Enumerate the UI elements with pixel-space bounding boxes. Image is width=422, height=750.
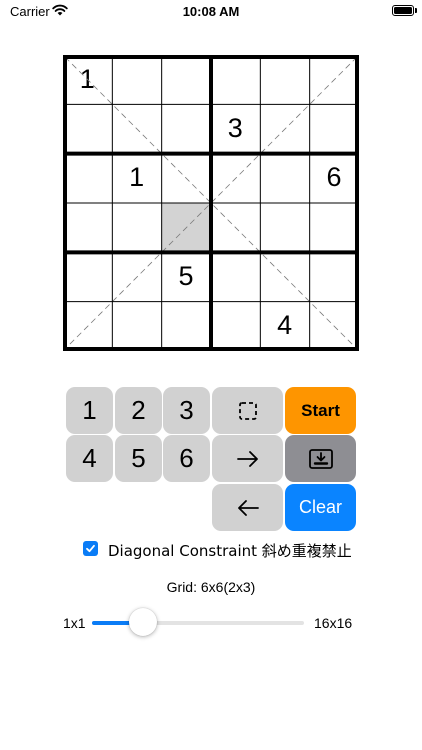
grid-cell-r1-c5[interactable] xyxy=(260,55,309,104)
save-button[interactable] xyxy=(285,435,356,482)
grid-cell-r4-c6[interactable] xyxy=(310,203,359,252)
tray-download-icon xyxy=(308,448,333,469)
grid-cell-r3-c3[interactable] xyxy=(162,154,211,203)
grid-cell-r4-c1[interactable] xyxy=(63,203,112,252)
grid-cell-r2-c6[interactable] xyxy=(310,104,359,153)
slider-max-label: 16x16 xyxy=(314,615,353,631)
grid-cell-r5-c5[interactable] xyxy=(260,252,309,301)
grid-cell-r6-c1[interactable] xyxy=(63,302,112,351)
grid-cell-r5-c3[interactable]: 5 xyxy=(162,252,211,301)
grid-cell-r4-c2[interactable] xyxy=(112,203,161,252)
grid-cell-r2-c2[interactable] xyxy=(112,104,161,153)
grid-cell-r3-c2[interactable]: 1 xyxy=(112,154,161,203)
grid-cell-r5-c6[interactable] xyxy=(310,252,359,301)
status-bar: Carrier 10:08 AM xyxy=(0,0,422,24)
grid-cell-r3-c4[interactable] xyxy=(211,154,260,203)
diagonal-checkbox[interactable] xyxy=(83,541,98,556)
battery-icon xyxy=(392,5,414,16)
grid-cell-r3-c5[interactable] xyxy=(260,154,309,203)
move-left-button[interactable] xyxy=(212,484,283,531)
grid-cell-r2-c5[interactable] xyxy=(260,104,309,153)
digit-3-button[interactable]: 3 xyxy=(163,387,210,434)
checkmark-icon xyxy=(86,544,95,553)
grid-cell-r2-c1[interactable] xyxy=(63,104,112,153)
select-mode-button[interactable] xyxy=(212,387,283,434)
arrow-right-icon xyxy=(236,450,258,467)
grid-cell-r4-c4[interactable] xyxy=(211,203,260,252)
grid-cell-r5-c4[interactable] xyxy=(211,252,260,301)
grid-cell-r5-c2[interactable] xyxy=(112,252,161,301)
grid-size-label: Grid: 6x6(2x3) xyxy=(166,579,256,595)
digit-6-button[interactable]: 6 xyxy=(163,435,210,482)
grid-cell-r6-c5[interactable]: 4 xyxy=(260,302,309,351)
clear-button[interactable]: Clear xyxy=(285,484,356,531)
grid-cell-r1-c2[interactable] xyxy=(112,55,161,104)
digit-1-button[interactable]: 1 xyxy=(66,387,113,434)
clock: 10:08 AM xyxy=(182,4,240,19)
diagonal-label: Diagonal Constraint 斜め重複禁止 xyxy=(108,542,352,560)
grid-cell-r2-c4[interactable]: 3 xyxy=(211,104,260,153)
digit-4-button[interactable]: 4 xyxy=(66,435,113,482)
grid-cell-r2-c3[interactable] xyxy=(162,104,211,153)
grid-cell-r3-c1[interactable] xyxy=(63,154,112,203)
dashed-square-icon xyxy=(238,401,257,420)
grid-cell-r5-c1[interactable] xyxy=(63,252,112,301)
move-right-button[interactable] xyxy=(212,435,283,482)
grid-cell-r4-c3[interactable] xyxy=(161,203,211,252)
grid-cell-r1-c1[interactable]: 1 xyxy=(63,55,112,104)
grid-cell-r1-c4[interactable] xyxy=(211,55,260,104)
sudoku-grid[interactable]: 1 3 1 6 54 xyxy=(63,55,359,351)
grid-cell-r6-c2[interactable] xyxy=(112,302,161,351)
grid-cell-r6-c6[interactable] xyxy=(310,302,359,351)
arrow-left-icon xyxy=(237,499,259,516)
start-button[interactable]: Start xyxy=(285,387,356,434)
grid-cell-r6-c4[interactable] xyxy=(211,302,260,351)
grid-cell-r1-c3[interactable] xyxy=(162,55,211,104)
digit-5-button[interactable]: 5 xyxy=(115,435,162,482)
grid-cell-r4-c5[interactable] xyxy=(260,203,309,252)
grid-cell-r6-c3[interactable] xyxy=(162,302,211,351)
grid-cell-r3-c6[interactable]: 6 xyxy=(310,154,359,203)
grid-size-slider-thumb[interactable] xyxy=(128,608,157,636)
slider-min-label: 1x1 xyxy=(63,615,86,631)
grid-cell-r1-c6[interactable] xyxy=(310,55,359,104)
digit-2-button[interactable]: 2 xyxy=(115,387,162,434)
battery-tip xyxy=(415,8,417,13)
